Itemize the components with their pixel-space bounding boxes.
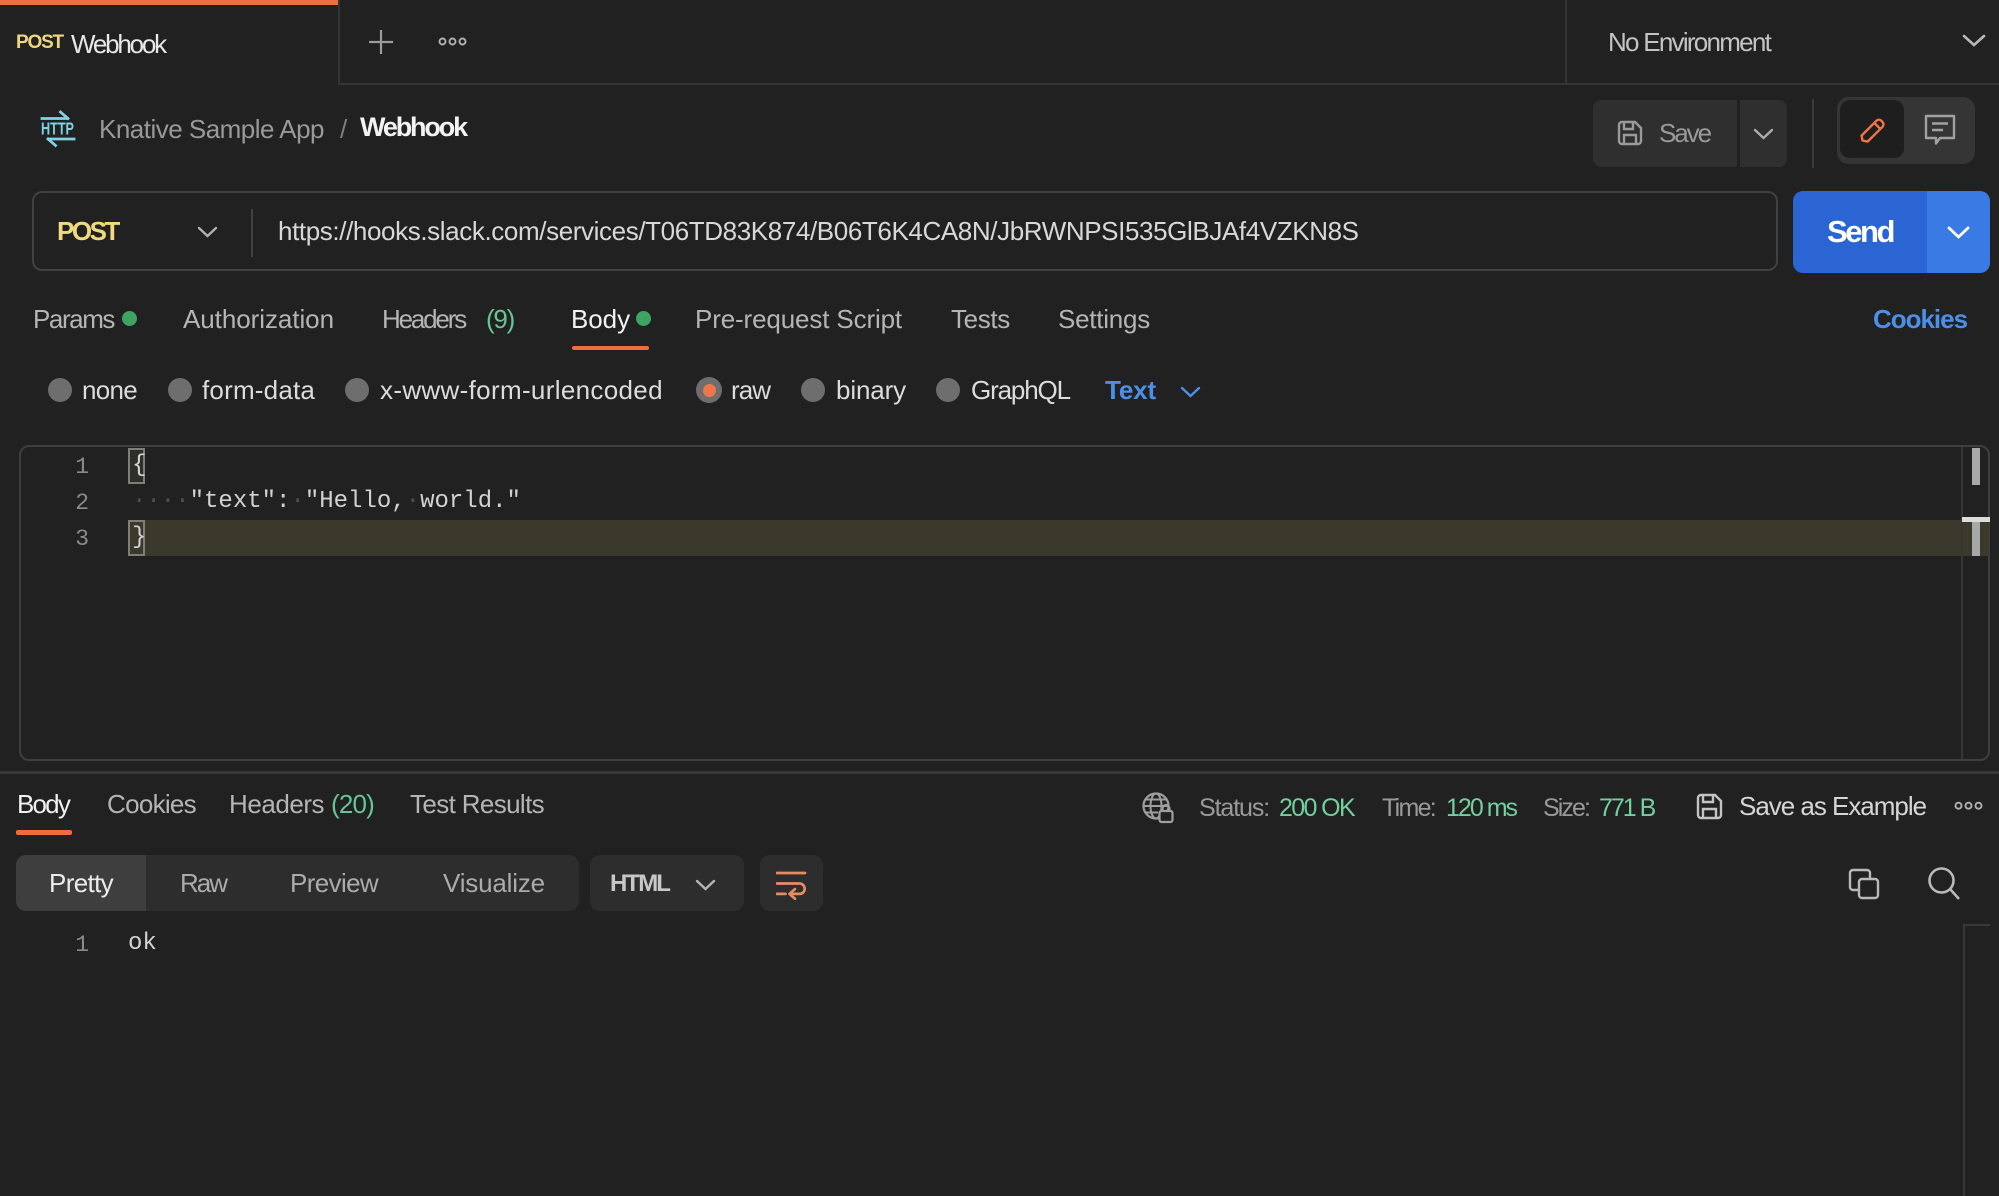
svg-text:HTTP: HTTP — [41, 119, 74, 139]
